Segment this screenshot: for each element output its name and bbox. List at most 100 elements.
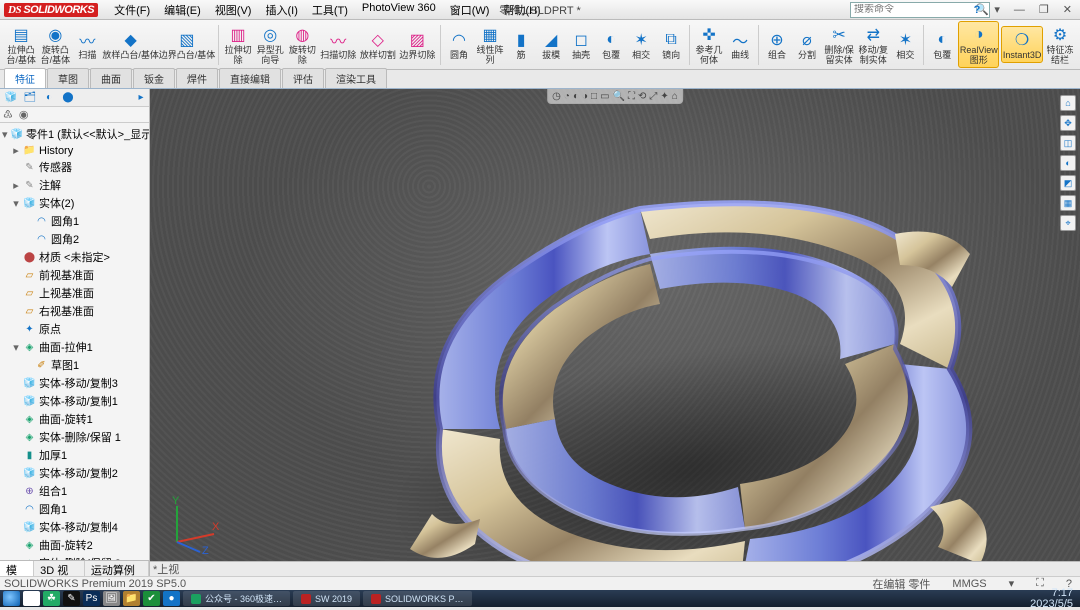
taskbar-pinned-icon[interactable]: ✔ xyxy=(143,591,160,606)
ribbon-cut-sweep[interactable]: 〰扫描切除 xyxy=(320,27,358,63)
tree-node[interactable]: 🧊实体-移动/复制3 xyxy=(0,374,149,392)
tree-tab-arrow[interactable]: ▸ xyxy=(133,91,149,105)
taskbar-pinned-icon[interactable]: ◐ xyxy=(23,591,40,606)
tree-node[interactable]: ◈曲面-旋转2 xyxy=(0,536,149,554)
ribbon-combine[interactable]: ⊕组合 xyxy=(763,27,791,63)
menu-item[interactable]: 文件(F) xyxy=(108,0,156,20)
taskbar-pinned-icon[interactable]: ✎ xyxy=(63,591,80,606)
heads-up-tool[interactable]: ◐ xyxy=(573,91,579,102)
tree-node[interactable]: ◠圆角2 xyxy=(0,230,149,248)
ribbon-boundary[interactable]: ▧边界凸台/基体 xyxy=(160,27,214,63)
task-pane-tab[interactable]: ◫ xyxy=(1060,135,1076,151)
ribbon-hole[interactable]: ◎异型孔向导 xyxy=(255,22,285,68)
tree-node[interactable]: ◈曲面-旋转1 xyxy=(0,410,149,428)
ribbon-refgeom[interactable]: ✜参考几何体 xyxy=(694,22,724,68)
ribbon-tab[interactable]: 渲染工具 xyxy=(325,68,387,88)
status-item[interactable]: ▾ xyxy=(1005,577,1019,590)
help-icon[interactable]: ? xyxy=(970,4,985,16)
taskbar-pinned-icon[interactable]: Ps xyxy=(83,591,100,606)
orientation-triad[interactable]: Y X Z xyxy=(162,494,222,554)
heads-up-tool[interactable]: ⌂ xyxy=(672,91,678,102)
heads-up-tool[interactable]: ▭ xyxy=(600,91,609,102)
menu-item[interactable]: 工具(T) xyxy=(306,0,354,20)
ribbon-split[interactable]: ⌀分割 xyxy=(793,27,821,63)
task-pane-tab[interactable]: ◩ xyxy=(1060,175,1076,191)
tree-tab-config[interactable]: 🗂 xyxy=(22,91,38,105)
ribbon-curves[interactable]: ～曲线 xyxy=(726,27,754,63)
tree-node[interactable]: ▮加厚1 xyxy=(0,446,149,464)
taskbar-app[interactable]: SOLIDWORKS P… xyxy=(363,591,472,606)
tree-eye-icon[interactable]: ◉ xyxy=(19,108,29,121)
ribbon-extrude[interactable]: ▤拉伸凸台/基体 xyxy=(5,22,37,68)
tree-tab-prop[interactable]: ⬤ xyxy=(60,91,76,105)
task-pane-tab[interactable]: ◐ xyxy=(1060,155,1076,171)
task-pane-tab[interactable]: ▦ xyxy=(1060,195,1076,211)
menu-item[interactable]: 编辑(E) xyxy=(158,0,207,20)
ribbon-revolve[interactable]: ◉旋转凸台/基体 xyxy=(39,22,71,68)
tree-node[interactable]: 🧊实体-移动/复制4 xyxy=(0,518,149,536)
ribbon-realview[interactable]: ◑RealView图形 xyxy=(958,21,999,69)
tree-node[interactable]: ✦原点 xyxy=(0,320,149,338)
ribbon-tab[interactable]: 直接编辑 xyxy=(219,68,281,88)
document-tabs[interactable]: 模型3D 视图运动算例 1 xyxy=(0,560,149,576)
menu-item[interactable]: 视图(V) xyxy=(209,0,258,20)
ribbon-cut-bound[interactable]: ▨边界切除 xyxy=(399,27,437,63)
ribbon-cut-rev[interactable]: ◍旋转切除 xyxy=(287,22,317,68)
heads-up-tool[interactable]: □ xyxy=(591,91,597,102)
taskbar-pinned-icon[interactable] xyxy=(3,591,20,606)
doc-tab[interactable]: 运动算例 1 xyxy=(85,561,149,576)
tree-node[interactable]: ▱上视基准面 xyxy=(0,284,149,302)
taskbar-app[interactable]: 公众号 - 360极速… xyxy=(183,591,290,606)
ribbon-movecopy[interactable]: ⇄移动/复制实体 xyxy=(857,22,889,68)
taskbar-pinned-icon[interactable]: ● xyxy=(163,591,180,606)
ribbon-inter[interactable]: ✶相交 xyxy=(891,27,919,63)
ribbon-mirror[interactable]: ⧉镜向 xyxy=(657,27,685,63)
doc-tab[interactable]: 模型 xyxy=(0,561,34,576)
ribbon-wrap2[interactable]: ◐包覆 xyxy=(928,27,956,63)
task-pane-tab[interactable]: ⌖ xyxy=(1060,215,1076,231)
ribbon-wrap[interactable]: ◐包覆 xyxy=(597,27,625,63)
heads-up-tool[interactable]: ⟲ xyxy=(638,91,646,102)
tree-root[interactable]: ▾🧊 零件1 (默认<<默认>_显示状态 1>) xyxy=(0,125,149,143)
taskbar-clock[interactable]: 7:172023/5/5 xyxy=(1030,588,1077,610)
heads-up-tool[interactable]: ◷ xyxy=(552,91,561,102)
tree-panel-tabs[interactable]: 🧊 🗂 ◐ ⬤ ▸ xyxy=(0,89,149,107)
close-button[interactable]: ✕ xyxy=(1059,3,1076,16)
menu-item[interactable]: PhotoView 360 xyxy=(356,0,442,20)
heads-up-tool[interactable]: ✦ xyxy=(660,91,668,102)
heads-up-tool[interactable]: ⛶ xyxy=(628,91,635,102)
minimize-button[interactable]: — xyxy=(1010,4,1029,16)
tree-node[interactable]: ✐草图1 xyxy=(0,356,149,374)
heads-up-tool[interactable]: 🔍 xyxy=(613,91,625,102)
graphics-viewport[interactable]: ◷◔◐◑□▭🔍⛶⟲⤢✦⌂ ⌂✥◫◐◩▦⌖ xyxy=(150,89,1080,576)
menu-item[interactable]: 插入(I) xyxy=(259,0,303,20)
tree-filter-icon[interactable]: ♳ xyxy=(3,108,13,121)
feature-tree[interactable]: ▾🧊 零件1 (默认<<默认>_显示状态 1>) ▸📁History✎传感器▸✎… xyxy=(0,123,149,560)
tree-node[interactable]: ▾◈曲面-拉伸1 xyxy=(0,338,149,356)
heads-up-tool[interactable]: ◑ xyxy=(582,91,588,102)
ribbon-loft[interactable]: ◆放样凸台/基体 xyxy=(103,27,157,63)
tree-node[interactable]: ▸📁History xyxy=(0,143,149,158)
taskbar-app[interactable]: SW 2019 xyxy=(293,591,360,606)
tree-tab-display[interactable]: ◐ xyxy=(41,91,57,105)
maximize-button[interactable]: ❐ xyxy=(1035,3,1053,16)
tree-node[interactable]: ▸✎注解 xyxy=(0,176,149,194)
ribbon-draft[interactable]: ◢拔模 xyxy=(537,27,565,63)
command-search-input[interactable] xyxy=(851,4,975,15)
options-dropdown[interactable]: ▾ xyxy=(990,3,1004,16)
ribbon-tab[interactable]: 评估 xyxy=(282,68,324,88)
ribbon-tab[interactable]: 草图 xyxy=(47,68,89,88)
task-pane-tabs[interactable]: ⌂✥◫◐◩▦⌖ xyxy=(1060,95,1078,231)
tree-node[interactable]: 🧊实体-移动/复制2 xyxy=(0,464,149,482)
ribbon-perf[interactable]: ⚙特征冻结栏 xyxy=(1045,22,1075,68)
menu-item[interactable]: 窗口(W) xyxy=(444,0,496,20)
ribbon-tab[interactable]: 焊件 xyxy=(176,68,218,88)
heads-up-tool[interactable]: ⤢ xyxy=(649,91,657,102)
ribbon-intersect[interactable]: ✶相交 xyxy=(627,27,655,63)
tree-node[interactable]: ◈实体-删除/保留 1 xyxy=(0,428,149,446)
ribbon-tab[interactable]: 特征 xyxy=(4,68,46,88)
view-heads-up-toolbar[interactable]: ◷◔◐◑□▭🔍⛶⟲⤢✦⌂ xyxy=(547,89,683,104)
tree-node[interactable]: ◠圆角1 xyxy=(0,500,149,518)
tree-tab-feature[interactable]: 🧊 xyxy=(3,91,19,105)
taskbar-pinned-icon[interactable]: ☘ xyxy=(43,591,60,606)
